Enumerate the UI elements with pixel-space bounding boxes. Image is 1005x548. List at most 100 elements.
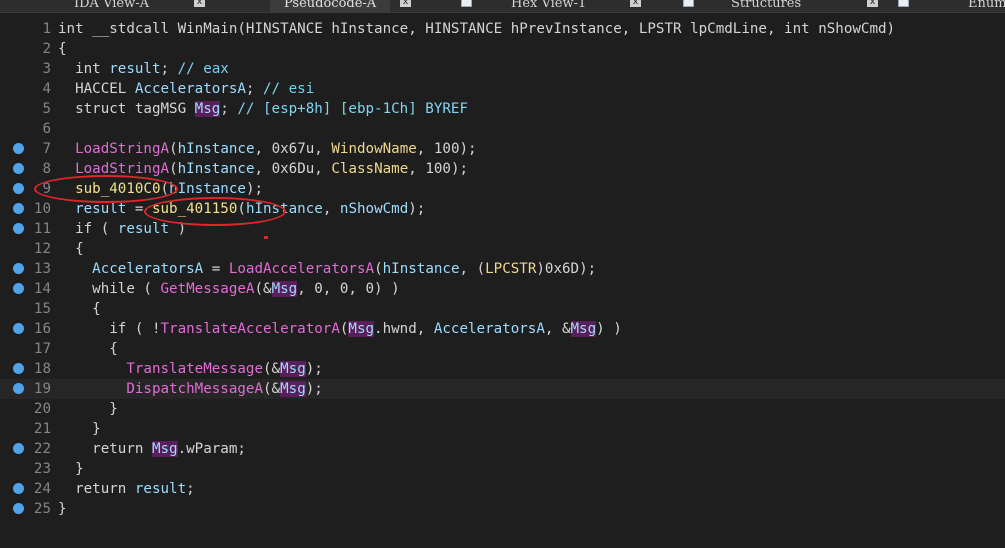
line-number: 24: [33, 481, 51, 497]
code-text: {: [58, 241, 84, 257]
code-line[interactable]: 4 HACCEL AcceleratorsA; // esi: [0, 79, 1005, 99]
breakpoint-dot-icon[interactable]: [13, 483, 24, 494]
code-line[interactable]: 9 sub_4010C0(hInstance);: [0, 179, 1005, 199]
code-line[interactable]: 17 {: [0, 339, 1005, 359]
line-number: 19: [33, 381, 51, 397]
code-text: sub_4010C0(hInstance);: [75, 181, 264, 197]
breakpoint-dot-icon[interactable]: [13, 323, 24, 334]
breakpoint-dot-icon[interactable]: [13, 183, 24, 194]
line-number: 8: [42, 161, 51, 177]
annotation-mark: [264, 236, 268, 239]
line-number: 1: [42, 21, 51, 37]
code-line[interactable]: 10 result = sub_401150(hInstance, nShowC…: [0, 199, 1005, 219]
tab-hex-view-1[interactable]: Hex View-1: [511, 0, 586, 12]
code-line[interactable]: 6: [0, 119, 1005, 139]
enums-icon: [898, 0, 909, 7]
code-text: while ( GetMessageA(&Msg, 0, 0, 0) ): [58, 281, 400, 297]
tab-ida-view-a[interactable]: IDA View-A: [74, 0, 149, 12]
code-line[interactable]: 13 AcceleratorsA = LoadAcceleratorsA(hIn…: [0, 259, 1005, 279]
code-text: HACCEL AcceleratorsA; // esi: [58, 81, 315, 97]
code-line[interactable]: 18 TranslateMessage(&Msg);: [0, 359, 1005, 379]
code-text: int result; // eax: [58, 61, 229, 77]
code-text: }: [58, 401, 118, 417]
line-number: 20: [33, 401, 51, 417]
tab-enums[interactable]: Enums: [968, 0, 1005, 12]
code-line[interactable]: 5 struct tagMSG Msg; // [esp+8h] [ebp-1C…: [0, 99, 1005, 119]
breakpoint-dot-icon[interactable]: [13, 203, 24, 214]
code-text: return Msg.wParam;: [58, 441, 246, 457]
line-number: 23: [33, 461, 51, 477]
breakpoint-dot-icon[interactable]: [13, 263, 24, 274]
line-number: 17: [33, 341, 51, 357]
code-line[interactable]: 14 while ( GetMessageA(&Msg, 0, 0, 0) ): [0, 279, 1005, 299]
breakpoint-dot-icon[interactable]: [13, 443, 24, 454]
code-text: int __stdcall WinMain(HINSTANCE hInstanc…: [58, 21, 896, 37]
line-number: 7: [42, 141, 51, 157]
code-line[interactable]: 11 if ( result ): [0, 219, 1005, 239]
code-text: }: [58, 461, 84, 477]
line-number: 9: [42, 181, 51, 197]
code-text: if ( !TranslateAcceleratorA(Msg.hwnd, Ac…: [58, 321, 622, 337]
code-line[interactable]: 7 LoadStringA(hInstance, 0x67u, WindowNa…: [0, 139, 1005, 159]
code-text: AcceleratorsA = LoadAcceleratorsA(hInsta…: [92, 261, 597, 277]
code-line[interactable]: 19 DispatchMessageA(&Msg);: [0, 379, 1005, 399]
breakpoint-dot-icon[interactable]: [13, 503, 24, 514]
code-line[interactable]: 1 int __stdcall WinMain(HINSTANCE hInstan…: [0, 19, 1005, 39]
breakpoint-dot-icon[interactable]: [13, 143, 24, 154]
tab-structures[interactable]: Structures: [731, 0, 801, 12]
code-text: return result;: [58, 481, 195, 497]
code-text: result = sub_401150(hInstance, nShowCmd)…: [75, 201, 426, 217]
code-line[interactable]: 8 LoadStringA(hInstance, 0x6Du, ClassNam…: [0, 159, 1005, 179]
code-line[interactable]: 20 }: [0, 399, 1005, 419]
close-icon[interactable]: x: [867, 0, 878, 7]
code-text: LoadStringA(hInstance, 0x6Du, ClassName,…: [75, 161, 469, 177]
code-text: DispatchMessageA(&Msg);: [126, 381, 323, 397]
code-text: struct tagMSG Msg; // [esp+8h] [ebp-1Ch]…: [58, 101, 469, 117]
line-number: 6: [42, 121, 51, 137]
line-number: 18: [33, 361, 51, 377]
line-number: 10: [33, 201, 51, 217]
code-text: {: [58, 301, 101, 317]
code-text: }: [58, 501, 67, 517]
breakpoint-dot-icon[interactable]: [13, 283, 24, 294]
close-icon[interactable]: x: [194, 0, 205, 7]
code-text: TranslateMessage(&Msg);: [126, 361, 323, 377]
code-text: if ( result ): [58, 221, 187, 237]
code-line[interactable]: 12 {: [0, 239, 1005, 259]
line-number: 25: [33, 501, 51, 517]
code-line[interactable]: 3 int result; // eax: [0, 59, 1005, 79]
line-number: 13: [33, 261, 51, 277]
code-line[interactable]: 16 if ( !TranslateAcceleratorA(Msg.hwnd,…: [0, 319, 1005, 339]
hex-view-icon: [461, 0, 472, 7]
code-line[interactable]: 22 return Msg.wParam;: [0, 439, 1005, 459]
line-number: 2: [42, 41, 51, 57]
code-line[interactable]: 25}: [0, 499, 1005, 519]
line-number: 11: [33, 221, 51, 237]
code-line[interactable]: 23 }: [0, 459, 1005, 479]
line-number: 12: [33, 241, 51, 257]
code-line[interactable]: 15 {: [0, 299, 1005, 319]
line-number: 21: [33, 421, 51, 437]
line-number: 16: [33, 321, 51, 337]
structures-icon: [683, 0, 694, 7]
close-icon[interactable]: x: [630, 0, 641, 7]
line-number: 5: [42, 101, 51, 117]
code-line[interactable]: 2{: [0, 39, 1005, 59]
close-icon[interactable]: x: [400, 0, 411, 7]
code-line[interactable]: 21 }: [0, 419, 1005, 439]
tab-pseudocode-a[interactable]: Pseudocode-A: [270, 0, 391, 12]
line-number: 22: [33, 441, 51, 457]
breakpoint-dot-icon[interactable]: [13, 363, 24, 374]
pseudocode-view[interactable]: 1 int __stdcall WinMain(HINSTANCE hInstan…: [0, 12, 1005, 548]
line-number: 15: [33, 301, 51, 317]
line-number: 3: [42, 61, 51, 77]
code-text: {: [58, 341, 118, 357]
breakpoint-dot-icon[interactable]: [13, 383, 24, 394]
breakpoint-dot-icon[interactable]: [13, 163, 24, 174]
line-number: 14: [33, 281, 51, 297]
breakpoint-dot-icon[interactable]: [13, 223, 24, 234]
code-text: LoadStringA(hInstance, 0x67u, WindowName…: [75, 141, 477, 157]
code-text: }: [58, 421, 101, 437]
code-text: {: [58, 41, 67, 57]
code-line[interactable]: 24 return result;: [0, 479, 1005, 499]
